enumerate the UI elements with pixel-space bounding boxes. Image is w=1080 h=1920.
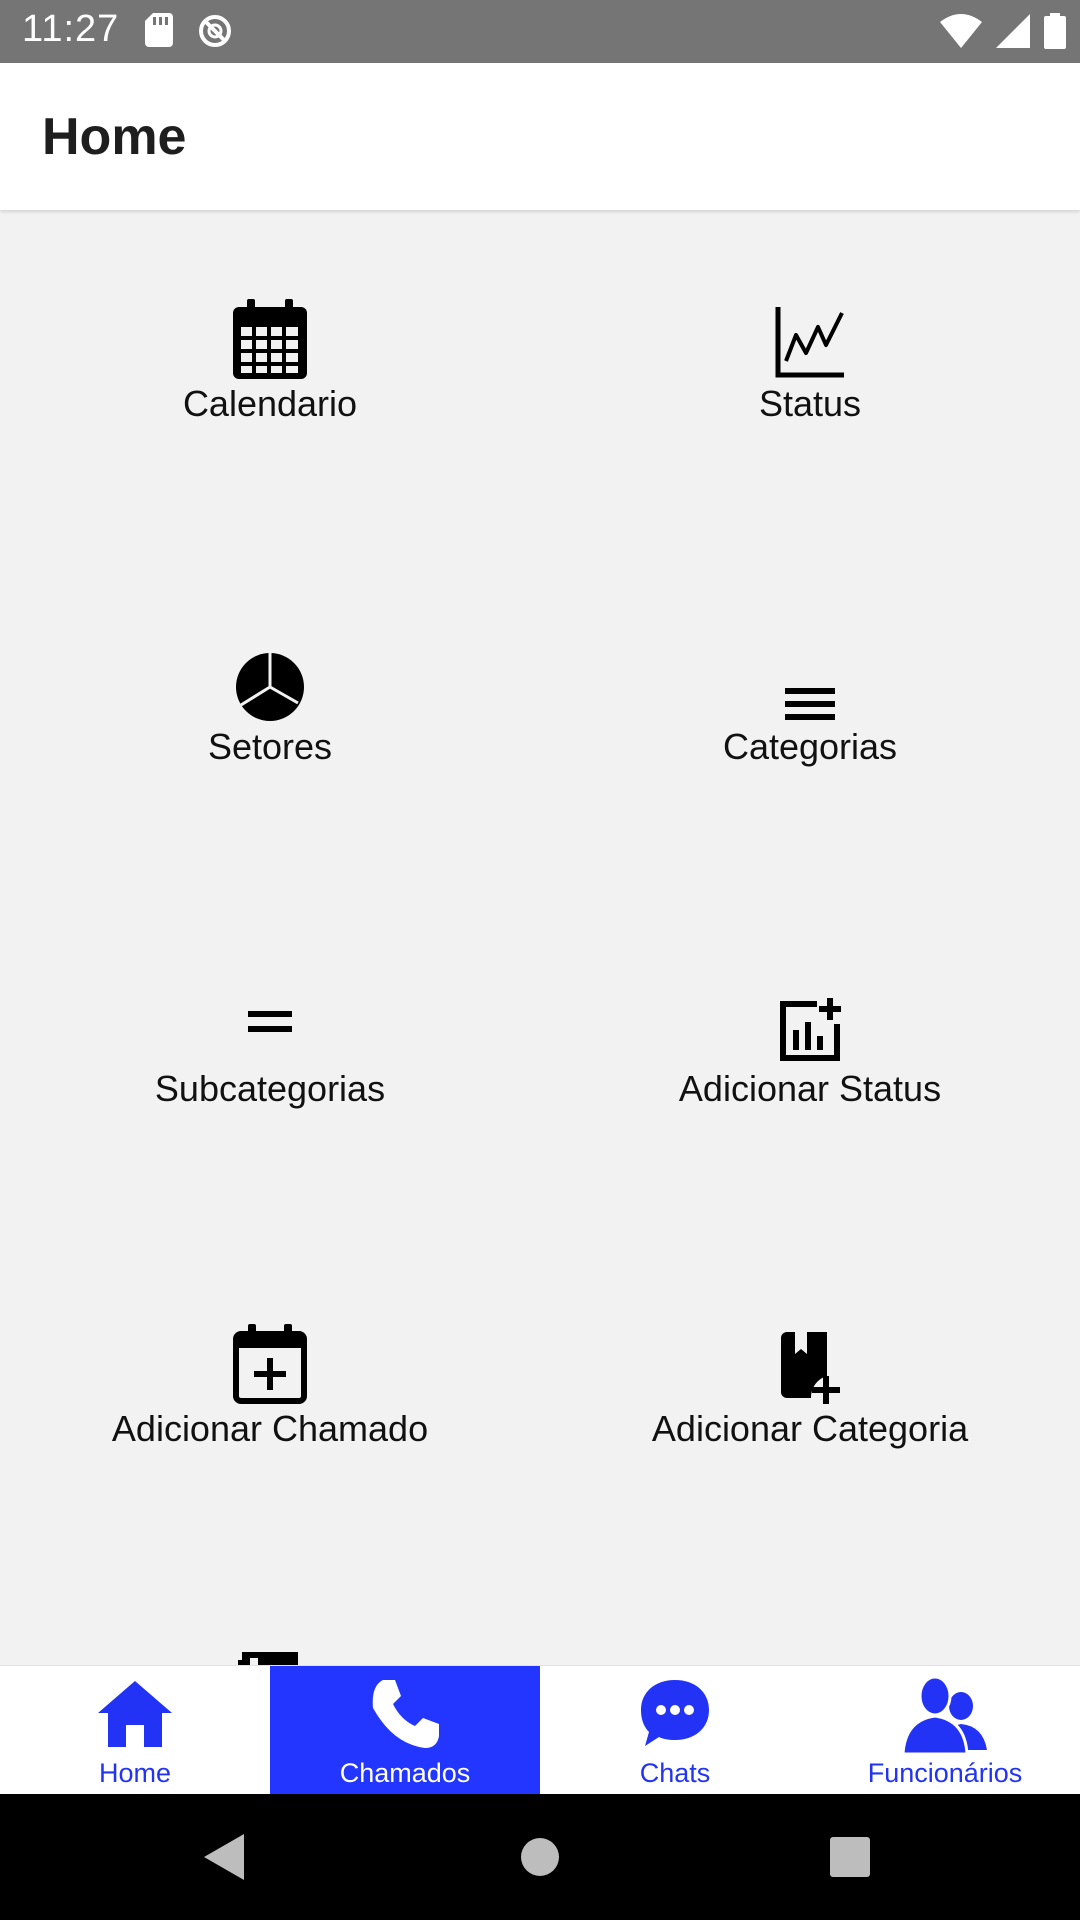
battery-icon <box>1044 13 1066 49</box>
tile-subcategorias[interactable]: Subcategorias <box>0 980 540 1180</box>
chat-icon <box>641 1680 709 1746</box>
tile-setores[interactable]: Setores <box>0 638 540 838</box>
tile-label: Categorias <box>722 726 898 767</box>
nav-label: Funcionários <box>867 1758 1023 1788</box>
wifi-icon <box>940 14 982 48</box>
status-bar: 11:27 <box>0 0 1080 63</box>
sync-disabled-icon <box>199 15 231 47</box>
nav-label: Chats <box>639 1758 711 1788</box>
tile-label: Adicionar Categoria <box>651 1408 969 1449</box>
nav-chamados[interactable]: Chamados <box>270 1666 540 1795</box>
nav-chats[interactable]: Chats <box>540 1666 810 1795</box>
pie-chart-icon <box>236 653 304 721</box>
home-circle-icon[interactable] <box>520 1837 560 1877</box>
recents-icon[interactable] <box>830 1837 870 1877</box>
system-nav-bar <box>0 1794 1080 1920</box>
tile-calendario[interactable]: Calendario <box>0 295 540 495</box>
line-chart-icon <box>775 307 844 378</box>
nav-home[interactable]: Home <box>0 1666 270 1795</box>
tile-label: Adicionar Status <box>678 1068 942 1109</box>
calendar-icon <box>233 299 307 379</box>
add-chart-icon <box>780 998 841 1061</box>
tile-adicionar-status[interactable]: Adicionar Status <box>540 980 1080 1180</box>
bottom-nav: Home Chamados Chats Funcionários <box>0 1665 1080 1795</box>
page-title: Home <box>42 108 187 166</box>
tile-categorias[interactable]: Categorias <box>540 638 1080 838</box>
tile-adicionar-chamado[interactable]: Adicionar Chamado <box>0 1320 540 1520</box>
signal-icon <box>996 14 1030 48</box>
partial-tile-icon <box>238 1648 300 1665</box>
sd-card-icon <box>145 13 173 47</box>
phone-icon <box>372 1680 439 1748</box>
tile-adicionar-categoria[interactable]: Adicionar Categoria <box>540 1320 1080 1520</box>
back-icon[interactable] <box>204 1834 244 1880</box>
app-bar: Home <box>0 63 1080 210</box>
tile-status[interactable]: Status <box>540 295 1080 495</box>
home-icon <box>98 1681 172 1747</box>
equals-icon <box>248 1011 292 1032</box>
tile-label: Setores <box>207 726 333 767</box>
book-plus-icon <box>781 1332 840 1404</box>
home-grid: Calendario Status Setores Categorias Sub… <box>0 210 1080 1665</box>
tile-label: Calendario <box>182 383 358 424</box>
nav-label: Chamados <box>339 1758 471 1788</box>
tile-label: Adicionar Chamado <box>111 1408 429 1449</box>
calendar-plus-icon <box>233 1324 307 1404</box>
nav-funcionarios[interactable]: Funcionários <box>810 1666 1080 1795</box>
tile-label: Subcategorias <box>154 1068 386 1109</box>
status-time: 11:27 <box>22 8 120 50</box>
users-icon <box>903 1675 987 1754</box>
list-icon <box>785 688 835 720</box>
tile-label: Status <box>758 383 862 424</box>
nav-label: Home <box>98 1758 172 1788</box>
